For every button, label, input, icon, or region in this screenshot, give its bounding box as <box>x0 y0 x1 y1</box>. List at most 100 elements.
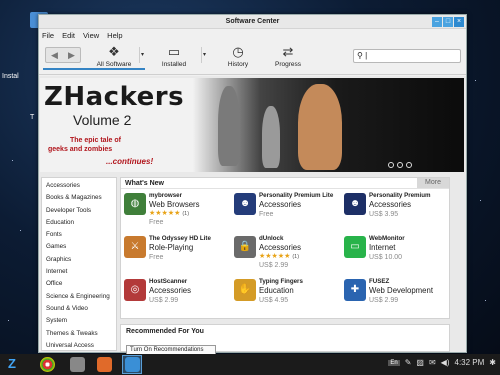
app-tile[interactable]: ◍ mybrowser Web Browsers ★★★★★ (1) Free <box>121 192 231 235</box>
menu-file[interactable]: File <box>42 31 54 40</box>
zombie-figure <box>218 86 240 166</box>
category-science[interactable]: Science & Engineering <box>42 291 116 303</box>
lock-monitor-icon: 🔒 <box>234 236 256 258</box>
forward-button[interactable]: ▶ <box>63 48 80 62</box>
desktop-label[interactable]: T <box>30 114 34 121</box>
all-software-dropdown[interactable]: ▾ <box>139 47 145 63</box>
history-label: History <box>227 61 249 68</box>
menu-view[interactable]: View <box>83 31 99 40</box>
app-tile[interactable]: ☻ Personality Premium Lite Accessories Free <box>231 192 341 235</box>
clock-icon: ◷ <box>232 44 244 59</box>
progress-button[interactable]: ⇄ Progress <box>263 43 313 68</box>
main-content: ZHackers Volume 2 The epic tale of geeks… <box>39 76 466 355</box>
app-tile[interactable]: ◎ HostScanner Accessories US$ 2.99 <box>121 278 231 321</box>
category-education[interactable]: Education <box>42 217 116 229</box>
app-tile[interactable]: ✋ Typing Fingers Education US$ 4.95 <box>231 278 341 321</box>
banner-pager <box>388 162 412 168</box>
featured-banner[interactable]: ZHackers Volume 2 The epic tale of geeks… <box>40 78 464 172</box>
category-system[interactable]: System <box>42 315 116 327</box>
gear-icon[interactable]: ✱ <box>489 358 496 367</box>
app-price: US$ 3.95 <box>369 211 399 218</box>
menu-help[interactable]: Help <box>107 31 122 40</box>
app-price: Free <box>149 254 164 261</box>
app-rating: ★★★★★ (1) <box>149 210 231 218</box>
files-icon[interactable] <box>70 357 85 372</box>
app-tile[interactable]: ✚ FUSEZ Web Development US$ 2.99 <box>341 278 451 321</box>
menu-bar: File Edit View Help <box>39 29 466 41</box>
software-center-icon[interactable] <box>125 357 140 372</box>
menu-edit[interactable]: Edit <box>62 31 75 40</box>
taskbar: Z En ✎ ▨ ✉ ◀) 4:32 PM ✱ <box>0 354 500 375</box>
app-tile[interactable]: ☻ Personality Premium Accessories US$ 3.95 <box>341 192 451 235</box>
title-bar[interactable]: Software Center – □ × <box>39 15 466 29</box>
category-games[interactable]: Games <box>42 241 116 253</box>
category-developer-tools[interactable]: Developer Tools <box>42 205 116 217</box>
app-category: Accessories <box>149 286 192 295</box>
category-sound-video[interactable]: Sound & Video <box>42 303 116 315</box>
category-accessories[interactable]: Accessories <box>42 180 116 192</box>
app-name: Personality Premium <box>369 192 431 199</box>
search-icon: ⚲ <box>357 51 363 60</box>
star <box>8 320 9 321</box>
all-software-button[interactable]: ❖ All Software <box>89 43 139 68</box>
hero-figure <box>298 84 342 170</box>
search-value: | <box>365 51 368 60</box>
app-tile[interactable]: ⚔ The Odyssey HD Lite Role-Playing Free <box>121 235 231 278</box>
active-tab-indicator <box>43 68 145 70</box>
installed-dropdown[interactable]: ▾ <box>201 47 207 63</box>
zorin-menu-icon[interactable]: Z <box>4 356 20 372</box>
category-universal-access[interactable]: Universal Access <box>42 340 116 350</box>
chrome-icon[interactable] <box>40 357 55 372</box>
network-icon[interactable]: ▨ <box>416 358 424 367</box>
pen-icon[interactable]: ✎ <box>405 358 412 367</box>
masks-icon: ☻ <box>344 193 366 215</box>
installed-label: Installed <box>161 61 187 68</box>
history-button[interactable]: ◷ History <box>213 43 263 68</box>
installed-button[interactable]: ▭ Installed <box>149 43 199 68</box>
masks-icon: ☻ <box>234 193 256 215</box>
app-name: WebMonitor <box>369 235 405 242</box>
app-price: Free <box>149 219 164 226</box>
minimize-button[interactable]: – <box>432 17 442 27</box>
app-rating: ★★★★★ (1) <box>259 253 341 261</box>
category-themes[interactable]: Themes & Tweaks <box>42 328 116 340</box>
app-price: US$ 10.00 <box>369 254 403 261</box>
back-button[interactable]: ◀ <box>46 48 63 62</box>
star <box>12 160 13 161</box>
maximize-button[interactable]: □ <box>443 17 453 27</box>
pager-dot[interactable] <box>388 162 394 168</box>
system-tray: En ✎ ▨ ✉ ◀) 4:32 PM ✱ <box>388 358 496 367</box>
odyssey-icon: ⚔ <box>124 236 146 258</box>
banner-tagline: The epic tale of <box>70 137 121 144</box>
app-category: Accessories <box>369 200 412 209</box>
search-input[interactable]: ⚲ | <box>353 49 461 63</box>
rating-count: (1) <box>182 211 190 217</box>
wrench-icon: ✚ <box>344 279 366 301</box>
recommended-title: Recommended For You <box>126 328 204 335</box>
office-icon[interactable] <box>97 357 112 372</box>
category-office[interactable]: Office <box>42 278 116 290</box>
volume-icon[interactable]: ◀) <box>441 358 450 367</box>
window-title: Software Center <box>225 18 280 25</box>
clock-text[interactable]: 4:32 PM <box>455 358 485 367</box>
category-books[interactable]: Books & Magazines <box>42 192 116 204</box>
more-button[interactable]: More <box>417 178 449 188</box>
pager-dot[interactable] <box>406 162 412 168</box>
app-tile[interactable]: ▭ WebMonitor Internet US$ 10.00 <box>341 235 451 278</box>
app-category: Internet <box>369 243 396 252</box>
desktop-label[interactable]: Instal <box>2 73 19 80</box>
category-fonts[interactable]: Fonts <box>42 229 116 241</box>
pager-dot[interactable] <box>397 162 403 168</box>
scanner-icon: ◎ <box>124 279 146 301</box>
keyboard-layout-indicator[interactable]: En <box>388 359 400 366</box>
app-price: US$ 2.99 <box>259 262 289 269</box>
category-graphics[interactable]: Graphics <box>42 254 116 266</box>
app-tile[interactable]: 🔒 dUnlock Accessories ★★★★★ (1) US$ 2.99 <box>231 235 341 278</box>
banner-subtitle: Volume 2 <box>73 112 132 128</box>
close-button[interactable]: × <box>454 17 464 27</box>
monitor-icon: ▭ <box>167 44 181 59</box>
star <box>485 300 486 301</box>
category-internet[interactable]: Internet <box>42 266 116 278</box>
mail-icon[interactable]: ✉ <box>429 358 436 367</box>
nav-buttons: ◀ ▶ <box>45 47 81 63</box>
